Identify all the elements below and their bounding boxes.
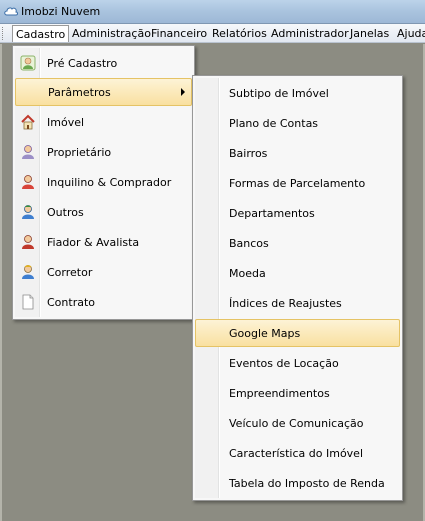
menu-item-label: Moeda	[229, 267, 266, 280]
menu-ajuda[interactable]: Ajuda	[397, 27, 425, 40]
parametros-submenu: Subtipo de Imóvel Plano de Contas Bairro…	[192, 75, 403, 501]
cloud-icon	[4, 7, 18, 16]
menu-item-label: Google Maps	[229, 327, 301, 340]
document-icon	[22, 294, 34, 310]
menu-cadastro[interactable]: Cadastro	[12, 25, 70, 42]
menu-item-label: Proprietário	[47, 146, 112, 159]
person-red-icon	[22, 175, 34, 189]
menu-item-label: Fiador & Avalista	[47, 236, 140, 249]
submenu-arrow-icon	[181, 88, 185, 96]
menu-item-label: Empreendimentos	[229, 387, 330, 400]
menu-financeiro[interactable]: Financeiro	[151, 27, 207, 40]
person-green-icon	[20, 55, 36, 71]
person-purple-icon	[22, 145, 34, 159]
menu-item-parametros[interactable]: Parâmetros	[15, 78, 192, 106]
menu-item-proprietario[interactable]: Proprietário	[15, 138, 192, 166]
submenu-item-bancos[interactable]: Bancos	[195, 229, 400, 257]
submenu-item-empreendimentos[interactable]: Empreendimentos	[195, 379, 400, 407]
menu-item-label: Inquilino & Comprador	[47, 176, 172, 189]
submenu-item-subtipo-imovel[interactable]: Subtipo de Imóvel	[195, 79, 400, 107]
cadastro-menu: Pré Cadastro Parâmetros Imóvel Proprietá…	[12, 45, 195, 320]
submenu-item-veiculo-comunicacao[interactable]: Veículo de Comunicação	[195, 409, 400, 437]
menu-item-inquilino-comprador[interactable]: Inquilino & Comprador	[15, 168, 192, 196]
submenu-item-google-maps[interactable]: Google Maps	[195, 319, 400, 347]
menu-item-corretor[interactable]: Corretor	[15, 258, 192, 286]
menu-item-label: Plano de Contas	[229, 117, 319, 130]
submenu-item-moeda[interactable]: Moeda	[195, 259, 400, 287]
menu-item-label: Índices de Reajustes	[229, 297, 342, 310]
submenu-item-caracteristica-imovel[interactable]: Característica do Imóvel	[195, 439, 400, 467]
menu-item-label: Parâmetros	[48, 86, 111, 99]
menu-item-label: Outros	[47, 206, 84, 219]
menu-item-label: Eventos de Locação	[229, 357, 339, 370]
menu-item-label: Contrato	[47, 296, 96, 309]
menu-bar: Cadastro Administração Financeiro Relató…	[0, 24, 425, 43]
window-title: Imobzi Nuvem	[21, 5, 101, 18]
menu-janelas[interactable]: Janelas	[350, 27, 389, 40]
menu-item-label: Imóvel	[47, 116, 85, 129]
submenu-item-tabela-imposto-renda[interactable]: Tabela do Imposto de Renda	[195, 469, 400, 497]
menu-item-label: Característica do Imóvel	[229, 447, 364, 460]
person-yellow-icon	[22, 265, 34, 279]
menu-item-imovel[interactable]: Imóvel	[15, 108, 192, 136]
menu-item-label: Tabela do Imposto de Renda	[229, 477, 385, 490]
menu-item-pre-cadastro[interactable]: Pré Cadastro	[15, 49, 192, 77]
menu-item-label: Bancos	[229, 237, 269, 250]
menu-item-label: Departamentos	[229, 207, 315, 220]
submenu-item-departamentos[interactable]: Departamentos	[195, 199, 400, 227]
person-blue-icon	[22, 205, 34, 219]
submenu-item-plano-contas[interactable]: Plano de Contas	[195, 109, 400, 137]
menu-item-label: Subtipo de Imóvel	[229, 87, 329, 100]
workspace-edge-left	[0, 44, 2, 521]
menubar-grip	[2, 27, 5, 40]
menu-administracao[interactable]: Administração	[72, 27, 151, 40]
menu-item-contrato[interactable]: Contrato	[15, 288, 192, 316]
submenu-item-formas-parcelamento[interactable]: Formas de Parcelamento	[195, 169, 400, 197]
menu-item-outros[interactable]: Outros	[15, 198, 192, 226]
menu-item-fiador-avalista[interactable]: Fiador & Avalista	[15, 228, 192, 256]
person-red-icon	[22, 235, 34, 249]
submenu-item-eventos-locacao[interactable]: Eventos de Locação	[195, 349, 400, 377]
submenu-item-bairros[interactable]: Bairros	[195, 139, 400, 167]
title-bar: Imobzi Nuvem	[0, 0, 425, 24]
submenu-item-indices-reajustes[interactable]: Índices de Reajustes	[195, 289, 400, 317]
menu-item-label: Pré Cadastro	[47, 57, 118, 70]
menu-administrador[interactable]: Administrador	[271, 27, 349, 40]
menu-item-label: Corretor	[47, 266, 93, 279]
menu-relatorios[interactable]: Relatórios	[212, 27, 267, 40]
house-icon	[21, 114, 35, 130]
menu-item-label: Veículo de Comunicação	[229, 417, 364, 430]
menu-item-label: Bairros	[229, 147, 268, 160]
menu-item-label: Formas de Parcelamento	[229, 177, 366, 190]
